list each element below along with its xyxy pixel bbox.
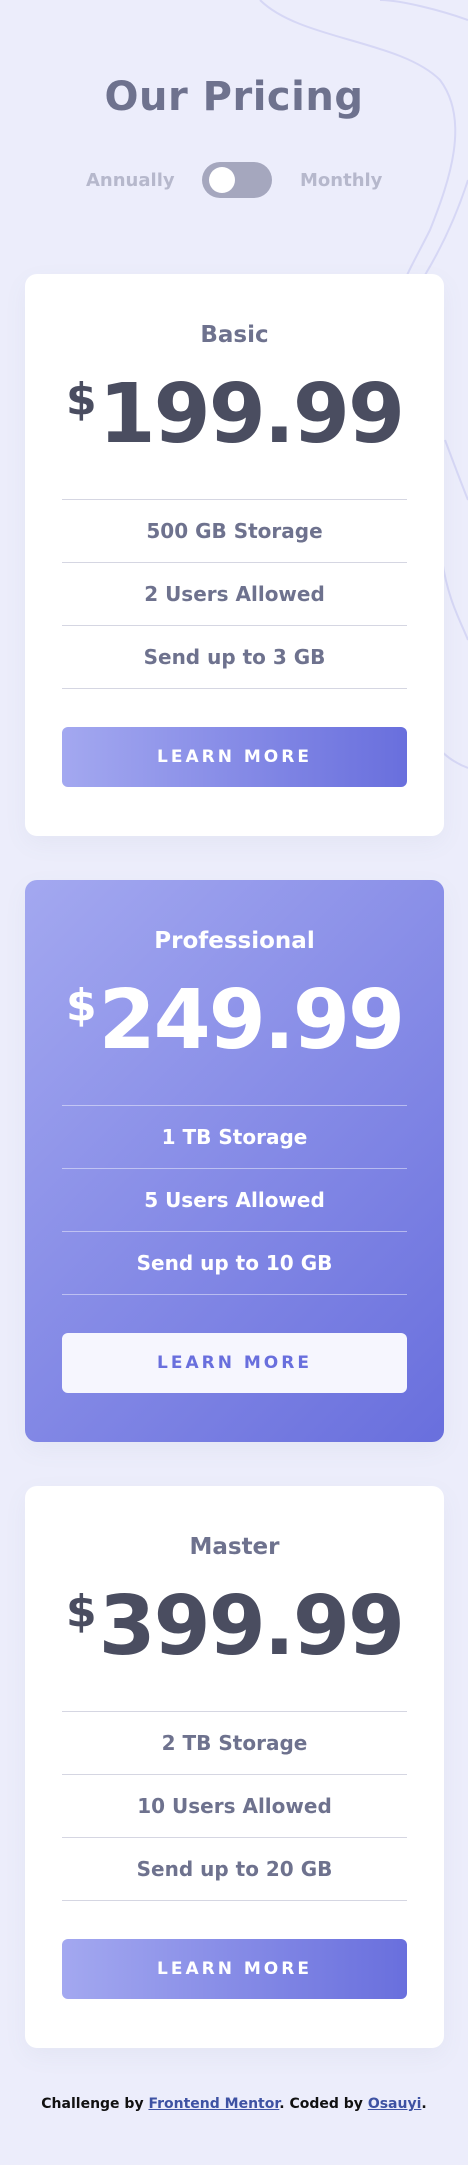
pricing-card-basic: Basic $199.99 500 GB Storage 2 Users All…: [25, 274, 444, 836]
feature-item: 1 TB Storage: [62, 1105, 407, 1168]
plan-price: $199.99: [25, 374, 444, 456]
pricing-card-master: Master $399.99 2 TB Storage 10 Users All…: [25, 1486, 444, 2048]
plan-price: $399.99: [25, 1586, 444, 1668]
feature-item: 500 GB Storage: [62, 499, 407, 562]
currency-symbol: $: [65, 1586, 97, 1637]
feature-item: Send up to 10 GB: [62, 1231, 407, 1295]
toggle-label-annually: Annually: [86, 170, 175, 191]
learn-more-button[interactable]: LEARN MORE: [62, 1939, 407, 1999]
page-title: Our Pricing: [104, 74, 364, 120]
author-link[interactable]: Osauyi: [368, 2096, 422, 2112]
plan-price: $249.99: [25, 980, 444, 1062]
plan-name: Basic: [200, 322, 269, 348]
plan-name: Master: [189, 1534, 280, 1560]
billing-toggle-switch[interactable]: [202, 162, 272, 198]
footer-suffix: .: [421, 2096, 427, 2112]
feature-item: 2 Users Allowed: [62, 562, 407, 625]
toggle-knob[interactable]: [209, 167, 235, 193]
feature-item: 5 Users Allowed: [62, 1168, 407, 1231]
feature-item: Send up to 20 GB: [62, 1837, 407, 1901]
frontend-mentor-link[interactable]: Frontend Mentor: [148, 2096, 279, 2112]
price-amount: 249.99: [98, 973, 405, 1068]
currency-symbol: $: [65, 980, 97, 1031]
toggle-label-monthly: Monthly: [300, 170, 383, 191]
price-amount: 199.99: [98, 367, 405, 462]
attribution-footer: Challenge by Frontend Mentor. Coded by O…: [0, 2096, 468, 2112]
plan-name: Professional: [154, 928, 315, 954]
billing-toggle-row: Annually Monthly: [0, 160, 468, 200]
learn-more-button[interactable]: LEARN MORE: [62, 1333, 407, 1393]
feature-list: 500 GB Storage 2 Users Allowed Send up t…: [62, 499, 407, 689]
footer-prefix: Challenge by: [41, 2096, 149, 2112]
feature-list: 2 TB Storage 10 Users Allowed Send up to…: [62, 1711, 407, 1901]
footer-middle: . Coded by: [279, 2096, 368, 2112]
feature-list: 1 TB Storage 5 Users Allowed Send up to …: [62, 1105, 407, 1295]
currency-symbol: $: [65, 374, 97, 425]
feature-item: 2 TB Storage: [62, 1711, 407, 1774]
feature-item: Send up to 3 GB: [62, 625, 407, 689]
price-amount: 399.99: [98, 1579, 405, 1674]
learn-more-button[interactable]: LEARN MORE: [62, 727, 407, 787]
pricing-card-professional: Professional $249.99 1 TB Storage 5 User…: [25, 880, 444, 1442]
feature-item: 10 Users Allowed: [62, 1774, 407, 1837]
